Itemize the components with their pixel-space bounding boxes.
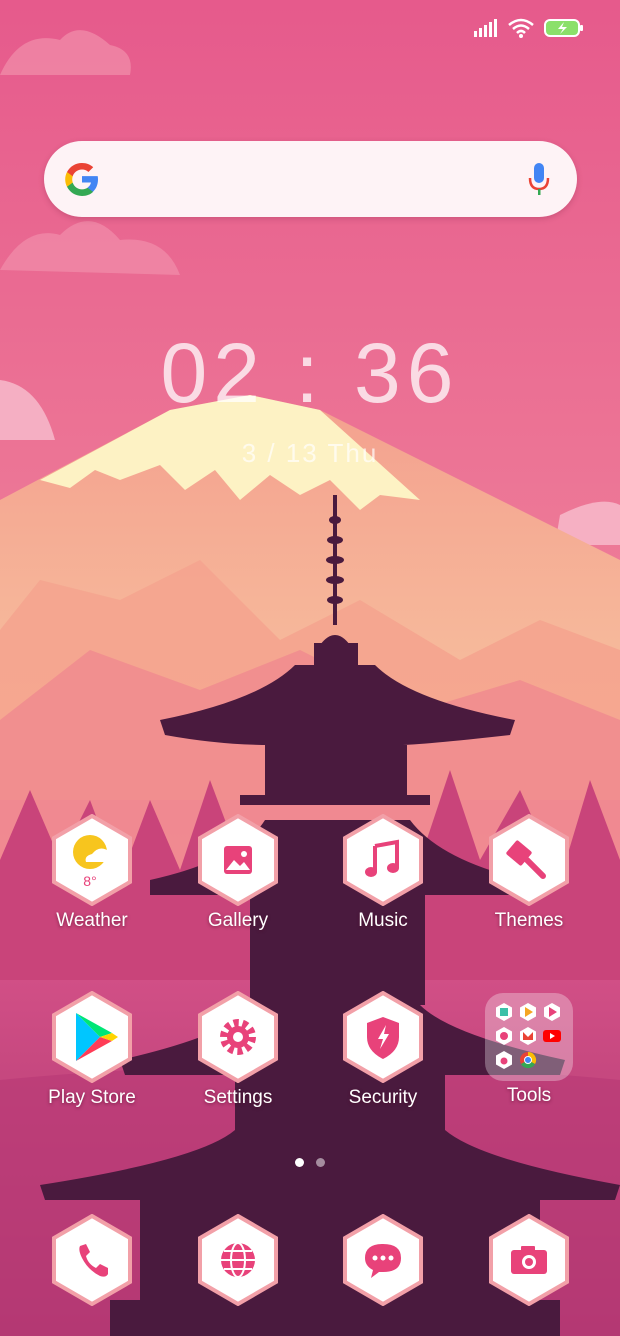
folder-app-5-icon (520, 1027, 536, 1045)
messages-icon (343, 1214, 423, 1306)
app-label-weather: Weather (56, 910, 128, 931)
dock-phone[interactable] (32, 1214, 152, 1306)
dock-camera[interactable] (469, 1214, 589, 1306)
app-play-store[interactable]: Play Store (32, 991, 152, 1109)
page-indicator (0, 1158, 620, 1167)
folder-app-7-icon (496, 1051, 512, 1069)
app-label-tools: Tools (506, 1085, 552, 1106)
google-search-bar[interactable] (44, 141, 577, 217)
app-themes[interactable]: Themes (469, 814, 589, 932)
battery-charging-icon (544, 19, 583, 37)
signal-icon (474, 19, 497, 37)
app-label-gallery: Gallery (207, 910, 269, 931)
mic-icon[interactable] (527, 161, 551, 197)
folder-icon (485, 993, 573, 1081)
browser-icon (198, 1214, 278, 1306)
app-music[interactable]: Music (323, 814, 443, 932)
clock-date[interactable]: 3 / 13 Thu (0, 438, 620, 469)
shield-icon (343, 991, 423, 1083)
gear-icon (198, 991, 278, 1083)
folder-app-3-icon (544, 1003, 560, 1021)
app-tools[interactable]: Tools (469, 991, 589, 1107)
play-store-icon (52, 991, 132, 1083)
wifi-icon (508, 18, 534, 38)
app-gallery[interactable]: Gallery (178, 814, 298, 932)
dock-browser[interactable] (178, 1214, 298, 1306)
app-label-play-store: Play Store (48, 1087, 136, 1108)
app-label-security: Security (348, 1087, 418, 1108)
folder-app-2-icon (520, 1003, 536, 1021)
page-dot-active[interactable] (295, 1158, 304, 1167)
folder-app-8-icon (520, 1051, 537, 1069)
status-bar (474, 16, 584, 40)
folder-app-4-icon (496, 1027, 512, 1045)
page-dot[interactable] (316, 1158, 325, 1167)
weather-icon: 8° (52, 814, 132, 906)
camera-icon (489, 1214, 569, 1306)
app-label-themes: Themes (494, 910, 564, 931)
app-settings[interactable]: Settings (178, 991, 298, 1109)
phone-icon (52, 1214, 132, 1306)
clock-time[interactable]: 02 : 36 (0, 325, 620, 422)
folder-app-6-icon (543, 1030, 561, 1042)
app-label-music: Music (358, 910, 408, 931)
google-logo (65, 163, 98, 196)
music-icon (343, 814, 423, 906)
brush-icon (489, 814, 569, 906)
folder-app-1-icon (496, 1003, 512, 1021)
weather-temp: 8° (83, 873, 96, 889)
app-label-settings: Settings (203, 1087, 273, 1108)
app-security[interactable]: Security (323, 991, 443, 1109)
dock-messages[interactable] (323, 1214, 443, 1306)
app-weather[interactable]: 8° Weather (32, 814, 152, 932)
gallery-icon (198, 814, 278, 906)
